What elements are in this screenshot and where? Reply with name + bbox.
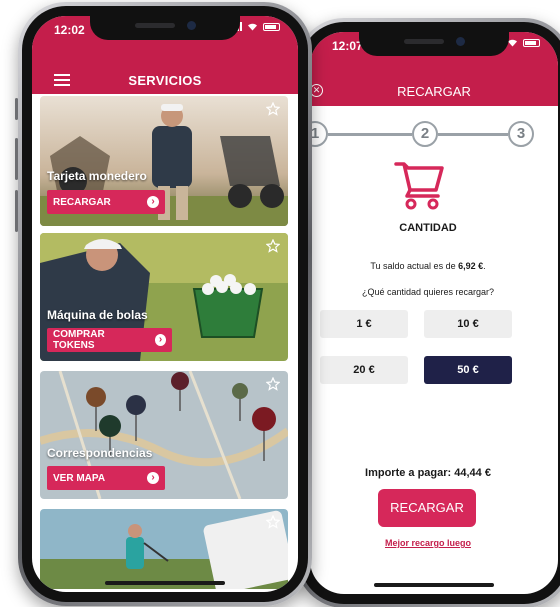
step-connector	[328, 133, 412, 136]
amount-10-button[interactable]: 10 €	[424, 310, 512, 338]
button-label: COMPRAR TOKENS	[53, 329, 105, 351]
balance-value: 6,92 €	[458, 261, 484, 271]
amount-50-button[interactable]: 50 €	[424, 356, 512, 384]
button-label: VER MAPA	[53, 472, 106, 484]
card-title: Correspondencias	[47, 446, 153, 460]
service-card-correspondencias[interactable]: Correspondencias VER MAPA ›	[40, 371, 288, 499]
notch	[359, 32, 509, 56]
button-label: RECARGAR	[53, 196, 111, 208]
home-indicator	[374, 583, 494, 587]
amount-1-button[interactable]: 1 €	[320, 310, 408, 338]
shopping-cart-icon	[394, 156, 446, 210]
card-title: Máquina de bolas	[47, 308, 148, 322]
phone-servicios: 12:02 SERVICIOS Tarjeta monedero RECARGA…	[15, 2, 312, 606]
balance-line: Tu saldo actual es de 6,92 €.	[310, 261, 546, 271]
recargar-button[interactable]: RECARGAR ›	[47, 190, 165, 214]
comprar-tokens-button[interactable]: COMPRAR TOKENS ›	[47, 328, 172, 352]
total-to-pay: Importe a pagar: 44,44 €	[365, 467, 491, 479]
ver-mapa-button[interactable]: VER MAPA ›	[47, 466, 165, 490]
golfer-swing-photo	[40, 509, 288, 589]
status-time: 12:07	[332, 39, 363, 53]
card-title: Tarjeta monedero	[47, 169, 147, 183]
phone-bezel: 12:02 SERVICIOS Tarjeta monedero RECARGA…	[22, 6, 308, 602]
service-card-golf[interactable]	[40, 509, 288, 589]
favorite-star-icon[interactable]	[266, 377, 280, 391]
balance-text: Tu saldo actual es de	[370, 261, 456, 271]
recargar-screen: 12:07 ✕ RECARGAR 1 2 3 CANTIDAD Tu saldo…	[310, 32, 558, 594]
page-title: RECARGAR	[397, 84, 471, 99]
amount-20-button[interactable]: 20 €	[320, 356, 408, 384]
recargar-submit-button[interactable]: RECARGAR	[378, 489, 476, 527]
favorite-star-icon[interactable]	[266, 102, 280, 116]
step-connector	[438, 133, 508, 136]
volume-up-button	[15, 138, 18, 180]
phone-bezel: 12:07 ✕ RECARGAR 1 2 3 CANTIDAD Tu saldo…	[300, 22, 560, 604]
chevron-right-icon: ›	[147, 472, 159, 484]
section-title: CANTIDAD	[399, 222, 457, 234]
page-title: SERVICIOS	[128, 73, 202, 88]
home-indicator	[105, 581, 225, 585]
step-1: 1	[310, 121, 328, 147]
service-card-tarjeta-monedero[interactable]: Tarjeta monedero RECARGAR ›	[40, 96, 288, 226]
step-indicator: 1 2 3	[310, 121, 558, 147]
status-time: 12:02	[54, 23, 85, 37]
volume-down-button	[15, 190, 18, 232]
amount-question: ¿Qué cantidad quieres recargar?	[361, 287, 495, 297]
balance-suffix: .	[483, 261, 486, 271]
recharge-later-link[interactable]: Mejor recargo luego	[310, 538, 546, 548]
battery-icon	[523, 38, 540, 47]
battery-icon	[263, 22, 280, 31]
step-2: 2	[412, 121, 438, 147]
silent-switch	[15, 98, 18, 120]
step-3: 3	[508, 121, 534, 147]
chevron-right-icon: ›	[147, 196, 159, 208]
wifi-icon	[248, 23, 257, 31]
favorite-star-icon[interactable]	[266, 515, 280, 529]
servicios-screen: 12:02 SERVICIOS Tarjeta monedero RECARGA…	[32, 16, 298, 592]
favorite-star-icon[interactable]	[266, 239, 280, 253]
service-card-maquina-de-bolas[interactable]: Máquina de bolas COMPRAR TOKENS ›	[40, 233, 288, 361]
phone-recargar: 12:07 ✕ RECARGAR 1 2 3 CANTIDAD Tu saldo…	[296, 18, 560, 607]
chevron-right-icon: ›	[155, 334, 166, 346]
notch	[90, 16, 240, 40]
